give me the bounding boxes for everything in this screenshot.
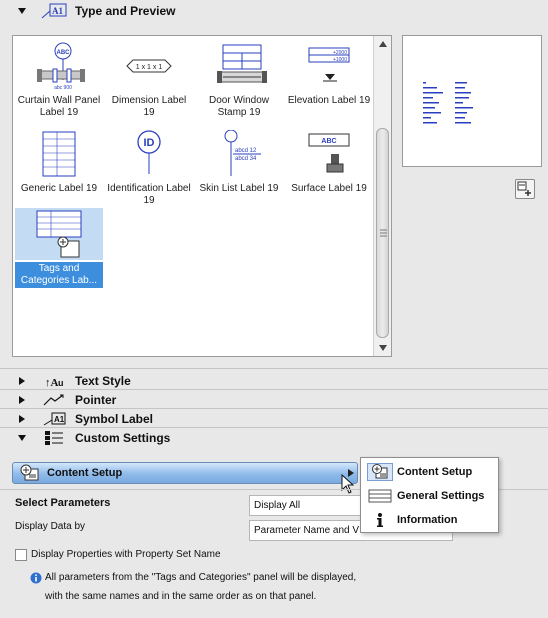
scroll-thumb[interactable] [376, 128, 389, 338]
list-item[interactable]: Door Window Stamp 19 [195, 42, 283, 120]
content-setup-icon [367, 463, 393, 481]
collapse-triangle-icon[interactable] [17, 6, 27, 16]
section-header-text-style[interactable]: ↑A u Text Style [0, 371, 548, 390]
expand-triangle-icon[interactable] [17, 376, 27, 386]
scroll-down-arrow-icon[interactable] [374, 340, 391, 356]
content-setup-dropdown[interactable]: Content Setup [12, 462, 358, 484]
information-icon [367, 511, 393, 529]
label-type-name: Curtain Wall Panel Label 19 [17, 95, 101, 118]
door-window-stamp-icon [217, 44, 267, 83]
general-settings-icon [367, 487, 393, 505]
elevation-label-icon: +2000 +1000 [308, 47, 350, 82]
info-icon [30, 572, 42, 584]
list-item[interactable]: ABC abc 900 Curtain Wall Panel Label 19 [15, 42, 103, 120]
label-type-name: Identification Label 19 [107, 183, 191, 206]
section-header-pointer[interactable]: Pointer [0, 390, 548, 409]
label-type-list[interactable]: ABC abc 900 Curtain Wall Panel Label 19 … [12, 35, 392, 357]
thumb-text: abc 900 [54, 85, 72, 91]
list-item[interactable]: +2000 +1000 Elevation Label 19 [285, 42, 373, 108]
favorites-button[interactable] [515, 179, 535, 199]
list-item[interactable]: abcd 12 abcd 34 Skin List Label 19 [195, 130, 283, 196]
type-preview-icon: A1 [41, 3, 67, 18]
text-style-icon: ↑A u [45, 377, 64, 389]
mouse-cursor-icon [341, 474, 355, 494]
menu-item-label: General Settings [397, 490, 485, 502]
property-set-checkbox[interactable] [15, 549, 27, 561]
thumb-text: ID [144, 137, 155, 149]
menu-item-general-settings[interactable]: General Settings [361, 484, 498, 508]
list-item[interactable]: 1 x 1 x 1 Dimension Label 19 [105, 42, 193, 120]
svg-text:↑A: ↑A [45, 377, 59, 389]
label-type-name: Generic Label 19 [20, 183, 98, 194]
section-title: Text Style [75, 373, 131, 388]
menu-item-information[interactable]: Information [361, 508, 498, 532]
svg-text:u: u [58, 378, 64, 388]
expand-triangle-icon[interactable] [17, 395, 27, 405]
info-text-line1: All parameters from the "Tags and Catego… [45, 572, 357, 583]
symbol-label-icon: A1 [43, 412, 66, 425]
menu-item-label: Content Setup [397, 466, 473, 478]
label-preview [402, 35, 542, 167]
collapse-triangle-icon[interactable] [17, 433, 27, 443]
list-item[interactable]: Generic Label 19 [15, 130, 103, 196]
tags-categories-label-icon [36, 210, 82, 258]
section-title: Custom Settings [75, 430, 171, 445]
label-type-name: Door Window Stamp 19 [208, 95, 270, 118]
svg-text:A1: A1 [52, 6, 63, 16]
skin-list-label-icon: abcd 12 abcd 34 [224, 130, 261, 176]
scroll-up-arrow-icon[interactable] [374, 36, 391, 52]
section-header-symbol-label[interactable]: A1 Symbol Label [0, 409, 548, 428]
preview-drawing [423, 82, 473, 124]
section-header-custom-settings[interactable]: Custom Settings [0, 428, 548, 447]
menu-item-label: Information [397, 514, 458, 526]
thumb-text: +1000 [333, 57, 347, 63]
label-type-name: Surface Label 19 [291, 183, 367, 194]
section-header-type-preview[interactable]: A1 Type and Preview [0, 1, 548, 20]
surface-label-icon: ABC [308, 133, 350, 173]
section-title: Type and Preview [75, 3, 176, 18]
label-type-name: Skin List Label 19 [199, 183, 279, 194]
label-type-name: Tags and Categories Lab... [15, 262, 103, 288]
label-type-name: Dimension Label 19 [111, 95, 187, 118]
menu-item-content-setup[interactable]: Content Setup [361, 460, 498, 484]
thumb-text: +2000 [333, 50, 347, 56]
select-parameters-label: Select Parameters [15, 497, 111, 509]
generic-label-icon [42, 131, 76, 177]
checkbox-label: Display Properties with Property Set Nam… [31, 549, 221, 560]
thumb-text: ABC [321, 138, 336, 145]
thumb-text: abcd 12 [235, 148, 257, 154]
display-data-by-label: Display Data by [15, 521, 86, 532]
add-favorite-icon [517, 181, 531, 196]
svg-text:A1: A1 [54, 415, 65, 424]
label-type-name: Elevation Label 19 [287, 95, 371, 106]
select-parameters-field[interactable]: Display All [249, 495, 361, 516]
dimension-label-icon: 1 x 1 x 1 [126, 59, 172, 73]
section-title: Pointer [75, 392, 117, 407]
custom-settings-icon [45, 430, 63, 445]
section-title: Symbol Label [75, 411, 154, 426]
expand-triangle-icon[interactable] [17, 414, 27, 424]
curtain-wall-label-icon: ABC abc 900 [37, 42, 85, 91]
info-text-line2: with the same names and in the same orde… [45, 591, 317, 602]
content-setup-menu[interactable]: Content Setup General Settings Informati… [360, 457, 499, 533]
content-setup-icon [20, 464, 39, 481]
list-item[interactable]: ID Identification Label 19 [105, 130, 193, 208]
identification-label-icon: ID [137, 130, 161, 174]
list-item-selected[interactable]: Tags and Categories Lab... [15, 208, 103, 288]
list-scrollbar[interactable] [373, 36, 391, 356]
pointer-icon [43, 394, 64, 405]
list-item[interactable]: ABC Surface Label 19 [285, 130, 373, 196]
content-setup-label: Content Setup [47, 467, 123, 479]
thumb-text: 1 x 1 x 1 [136, 64, 163, 71]
thumb-text: abcd 34 [235, 156, 257, 162]
thumb-text: ABC [57, 50, 71, 56]
